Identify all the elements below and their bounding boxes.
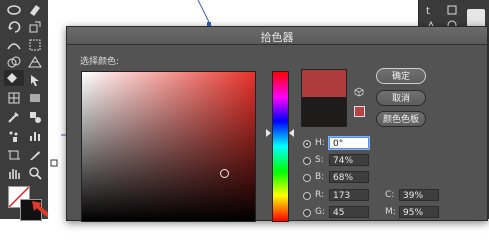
red-label: R: — [315, 190, 325, 200]
hue-slider-right-arrow-icon[interactable] — [289, 129, 294, 137]
hue-label: H: — [315, 138, 325, 148]
hand-tool-icon[interactable] — [6, 165, 22, 181]
brightness-input[interactable]: 68% — [329, 171, 369, 183]
eraser-tool-icon[interactable] — [27, 2, 43, 18]
column-graph-icon[interactable] — [27, 128, 43, 144]
shape-builder-icon[interactable] — [6, 54, 22, 70]
rotate-tool-icon[interactable] — [6, 19, 22, 35]
ok-button[interactable]: 确定 — [376, 68, 426, 84]
mesh-tool-icon[interactable] — [6, 90, 22, 106]
current-color-swatch[interactable] — [301, 97, 347, 127]
perspective-grid-icon[interactable] — [27, 54, 43, 70]
free-transform-icon[interactable] — [27, 37, 43, 53]
hue-slider[interactable] — [272, 71, 289, 222]
cyan-input[interactable]: 39% — [399, 189, 439, 201]
live-paint-bucket-icon[interactable] — [4, 70, 24, 86]
cyan-label: C: — [385, 190, 395, 200]
hue-mode-radio[interactable] — [303, 140, 311, 148]
gamut-warning-swatch[interactable] — [354, 106, 365, 117]
select-color-label: 选择颜色: — [80, 57, 120, 67]
saturation-label: S: — [315, 155, 324, 165]
blend-tool-icon[interactable] — [27, 109, 43, 125]
saturation-mode-radio[interactable] — [303, 157, 311, 165]
new-color-swatch — [301, 69, 347, 98]
color-field-cursor[interactable] — [220, 169, 229, 178]
svg-text:t: t — [426, 6, 430, 16]
brightness-label: B: — [315, 172, 325, 182]
dialog-title: 拾色器 — [260, 31, 294, 44]
zoom-tool-icon[interactable] — [27, 165, 43, 181]
cancel-button[interactable]: 取消 — [376, 90, 426, 106]
artboard-tool-icon[interactable] — [6, 147, 22, 163]
ellipse-tool-icon[interactable] — [6, 2, 22, 18]
scale-tool-icon[interactable] — [27, 19, 43, 35]
green-mode-radio[interactable] — [303, 209, 311, 217]
slice-tool-icon[interactable] — [27, 147, 43, 163]
hue-slider-left-arrow-icon[interactable] — [266, 129, 271, 137]
gradient-tool-icon[interactable] — [27, 90, 43, 106]
width-tool-icon[interactable] — [6, 37, 22, 53]
saturation-input[interactable]: 74% — [329, 154, 369, 166]
dialog-titlebar[interactable]: 拾色器 — [67, 27, 487, 45]
panel-toggle-button[interactable] — [467, 9, 485, 27]
brightness-mode-radio[interactable] — [303, 174, 311, 182]
hue-input[interactable]: 0° — [329, 137, 369, 149]
magenta-input[interactable]: 95% — [399, 206, 439, 218]
live-paint-selection-icon[interactable] — [27, 72, 43, 88]
text-tool-icon[interactable]: t — [425, 4, 437, 16]
out-of-gamut-cube-icon[interactable] — [354, 87, 364, 97]
tools-panel — [0, 0, 52, 221]
red-input[interactable]: 173 — [329, 189, 369, 201]
saturation-brightness-field[interactable] — [81, 71, 256, 222]
eyedropper-tool-icon[interactable] — [6, 109, 22, 125]
green-label: G: — [315, 207, 326, 217]
symbol-sprayer-icon[interactable] — [6, 128, 22, 144]
arrange-icon[interactable] — [447, 5, 457, 15]
color-swatches-button[interactable]: 颜色色板 — [376, 111, 426, 127]
magenta-label: M: — [385, 207, 396, 217]
red-mode-radio[interactable] — [303, 192, 311, 200]
color-picker-dialog: 拾色器 选择颜色: 确定 取消 颜色色板 H: 0° S: 74% B: 68%… — [66, 26, 488, 222]
green-input[interactable]: 45 — [329, 206, 369, 218]
